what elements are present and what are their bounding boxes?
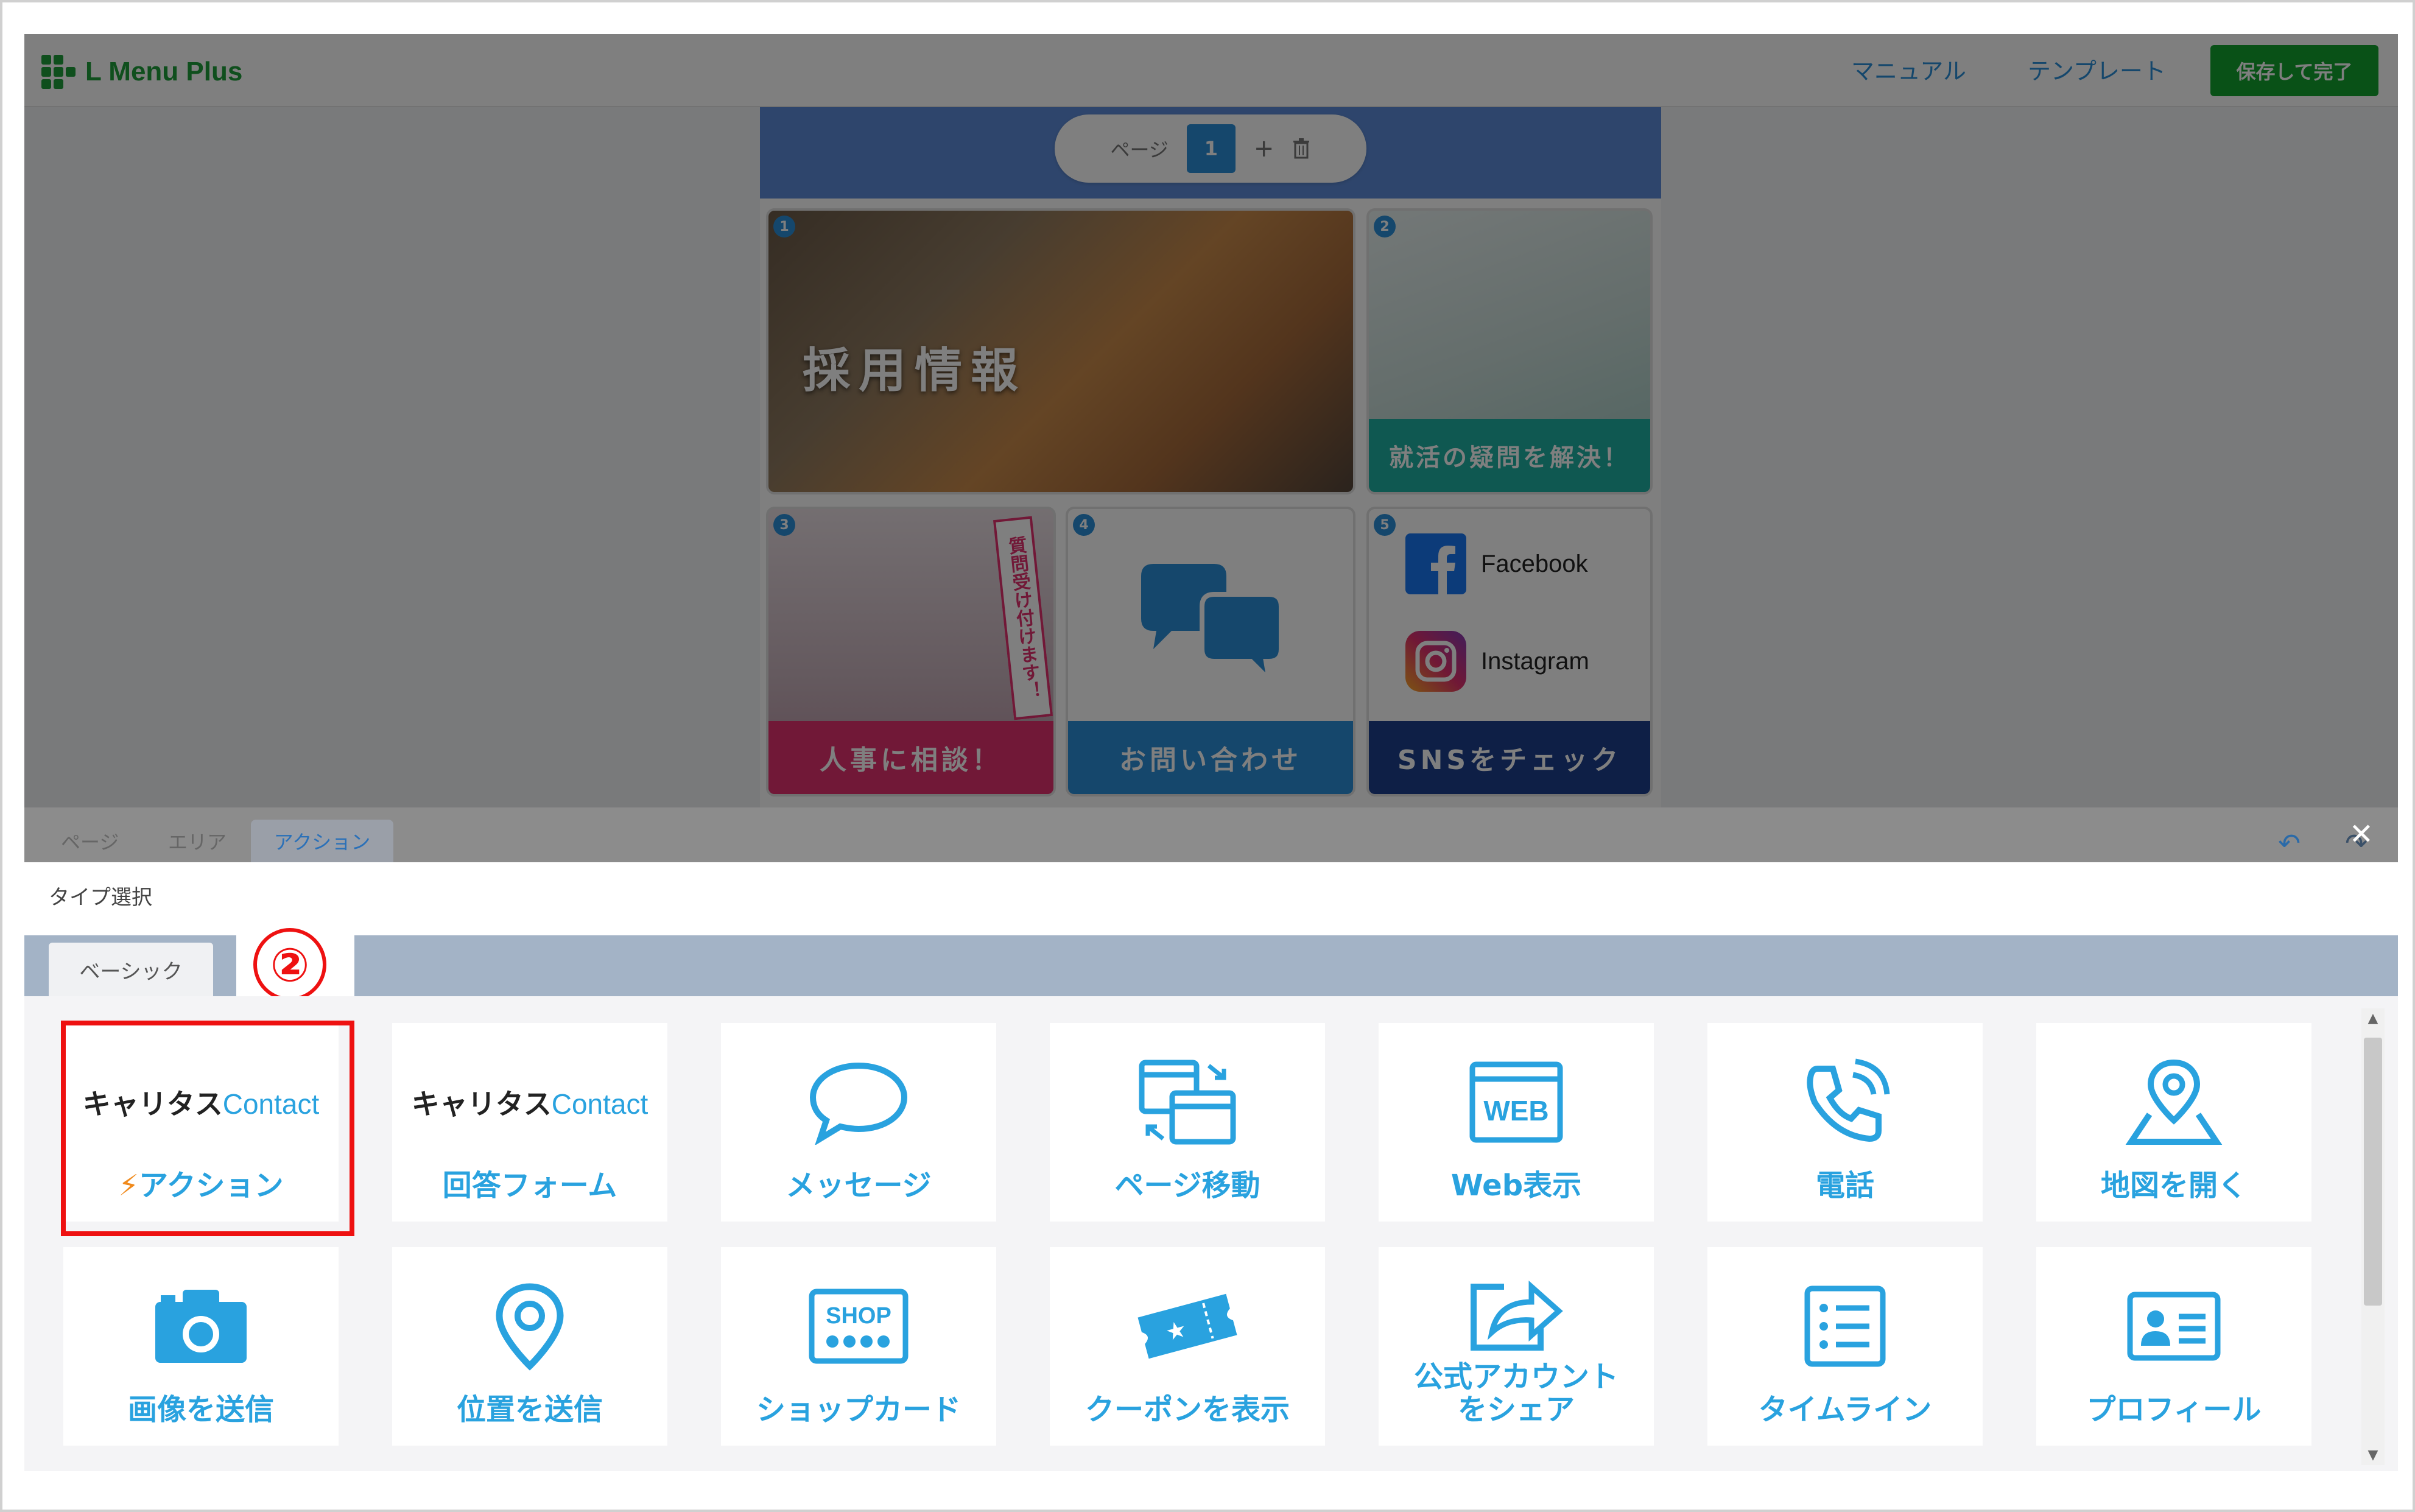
action-card-send-location[interactable]: 位置を送信: [392, 1247, 667, 1446]
action-card-label: Web表示: [1450, 1169, 1582, 1203]
action-card-timeline[interactable]: タイムライン: [1707, 1247, 1983, 1446]
scroll-up-icon[interactable]: ▲: [2361, 1011, 2385, 1026]
step-highlight-box: [61, 1021, 354, 1236]
action-card-label: 公式アカウント をシェア: [1413, 1360, 1619, 1427]
action-card-web[interactable]: WEB Web表示: [1379, 1023, 1654, 1222]
type-select-label: タイプ選択: [49, 885, 152, 910]
app-window: L Menu Plus マニュアル テンプレート 保存して完了 ページ 1 +: [24, 34, 2398, 1471]
action-card-share-account[interactable]: 公式アカウント をシェア: [1379, 1247, 1654, 1446]
timeline-icon: [1804, 1285, 1886, 1367]
action-card-label: ページ移動: [1114, 1169, 1260, 1203]
action-card-label: 電話: [1815, 1169, 1874, 1203]
action-card-label: クーポンを表示: [1084, 1393, 1290, 1427]
speech-bubble-icon: [809, 1062, 908, 1145]
action-card-profile[interactable]: プロフィール: [2036, 1247, 2311, 1446]
svg-text:SHOP: SHOP: [826, 1303, 891, 1329]
action-card-label: メッセージ: [786, 1169, 932, 1203]
scroll-thumb[interactable]: [2364, 1038, 2382, 1306]
action-card-label: ショップカード: [756, 1393, 961, 1427]
shop-card-icon: SHOP: [809, 1289, 909, 1364]
action-card-label: プロフィール: [2086, 1393, 2262, 1427]
coupon-icon: ★: [1137, 1293, 1237, 1359]
tab-action[interactable]: アクション: [251, 820, 393, 862]
phone-icon: [1807, 1058, 1890, 1142]
action-type-grid: キャリタスContact ⚡アクション キャリタスContact 回答フォーム …: [24, 996, 2398, 1471]
action-card-label: タイムライン: [1758, 1393, 1932, 1427]
action-card-phone[interactable]: 電話: [1707, 1023, 1983, 1222]
tab-basic[interactable]: ベーシック: [49, 943, 213, 996]
editor-tab-bar: ページ エリア アクション ↶ ↷ ✕: [24, 807, 2398, 862]
category-bar: [24, 935, 2398, 996]
action-card-label: 回答フォーム: [442, 1169, 617, 1203]
web-icon: WEB: [1469, 1061, 1563, 1143]
caritas-logo: キャリタスContact: [411, 1088, 649, 1120]
map-pin-icon: [2125, 1059, 2223, 1145]
action-card-page-move[interactable]: ページ移動: [1050, 1023, 1325, 1222]
close-icon[interactable]: ✕: [2349, 817, 2374, 851]
undo-icon[interactable]: ↶: [2278, 828, 2301, 859]
action-card-open-map[interactable]: 地図を開く: [2036, 1023, 2311, 1222]
share-icon: [1471, 1280, 1563, 1351]
action-card-caritas-form[interactable]: キャリタスContact 回答フォーム: [392, 1023, 667, 1222]
action-card-label: 位置を送信: [456, 1393, 603, 1427]
grid-scrollbar[interactable]: ▲ ▼: [2361, 1008, 2385, 1465]
action-card-label: 地図を開く: [2100, 1169, 2247, 1203]
action-card-coupon[interactable]: ★ クーポンを表示: [1050, 1247, 1325, 1446]
action-card-message[interactable]: メッセージ: [721, 1023, 996, 1222]
profile-icon: [2127, 1292, 2221, 1361]
svg-text:WEB: WEB: [1483, 1095, 1548, 1127]
action-card-label: 画像を送信: [127, 1393, 274, 1427]
tab-area[interactable]: エリア: [168, 820, 227, 862]
location-icon: [496, 1283, 564, 1371]
page-move-icon: [1139, 1060, 1236, 1145]
camera-icon: [155, 1290, 247, 1363]
step-callout: ②: [253, 928, 326, 1001]
scroll-down-icon[interactable]: ▼: [2361, 1447, 2385, 1463]
modal-backdrop[interactable]: [24, 34, 2398, 807]
action-card-send-image[interactable]: 画像を送信: [63, 1247, 339, 1446]
screenshot-frame: L Menu Plus マニュアル テンプレート 保存して完了 ページ 1 +: [0, 0, 2415, 1512]
tab-page[interactable]: ページ: [61, 820, 119, 862]
action-card-shop-card[interactable]: SHOP ショップカード: [721, 1247, 996, 1446]
